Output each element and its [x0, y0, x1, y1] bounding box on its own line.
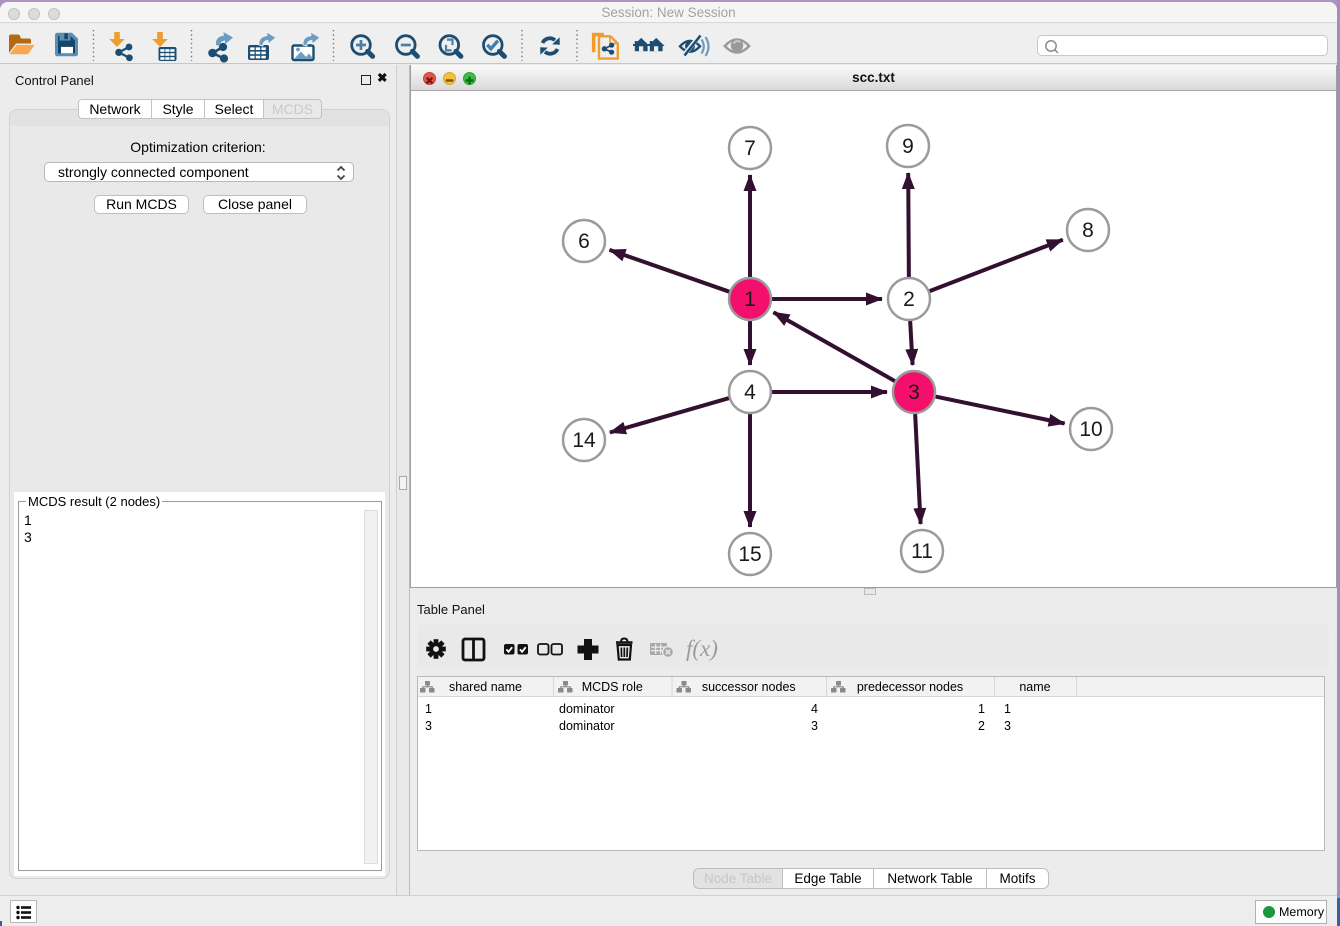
svg-text:14: 14 [572, 429, 596, 452]
svg-text:shared name: shared name [449, 680, 522, 694]
svg-text:6: 6 [578, 230, 590, 253]
svg-text:9: 9 [902, 135, 914, 158]
svg-text:8: 8 [1082, 219, 1094, 242]
svg-text:4: 4 [744, 381, 756, 404]
svg-text:11: 11 [911, 540, 933, 563]
svg-text:1: 1 [744, 288, 756, 311]
svg-text:f(x): f(x) [686, 636, 718, 661]
svg-text:3: 3 [908, 381, 920, 404]
svg-text:15: 15 [738, 543, 761, 566]
svg-text:MCDS role: MCDS role [582, 680, 643, 694]
svg-text:successor nodes: successor nodes [702, 680, 796, 694]
svg-text:10: 10 [1079, 418, 1102, 441]
svg-text:7: 7 [744, 137, 756, 160]
svg-text:2: 2 [903, 288, 915, 311]
svg-text:predecessor nodes: predecessor nodes [857, 680, 963, 694]
svg-text:name: name [1019, 680, 1050, 694]
